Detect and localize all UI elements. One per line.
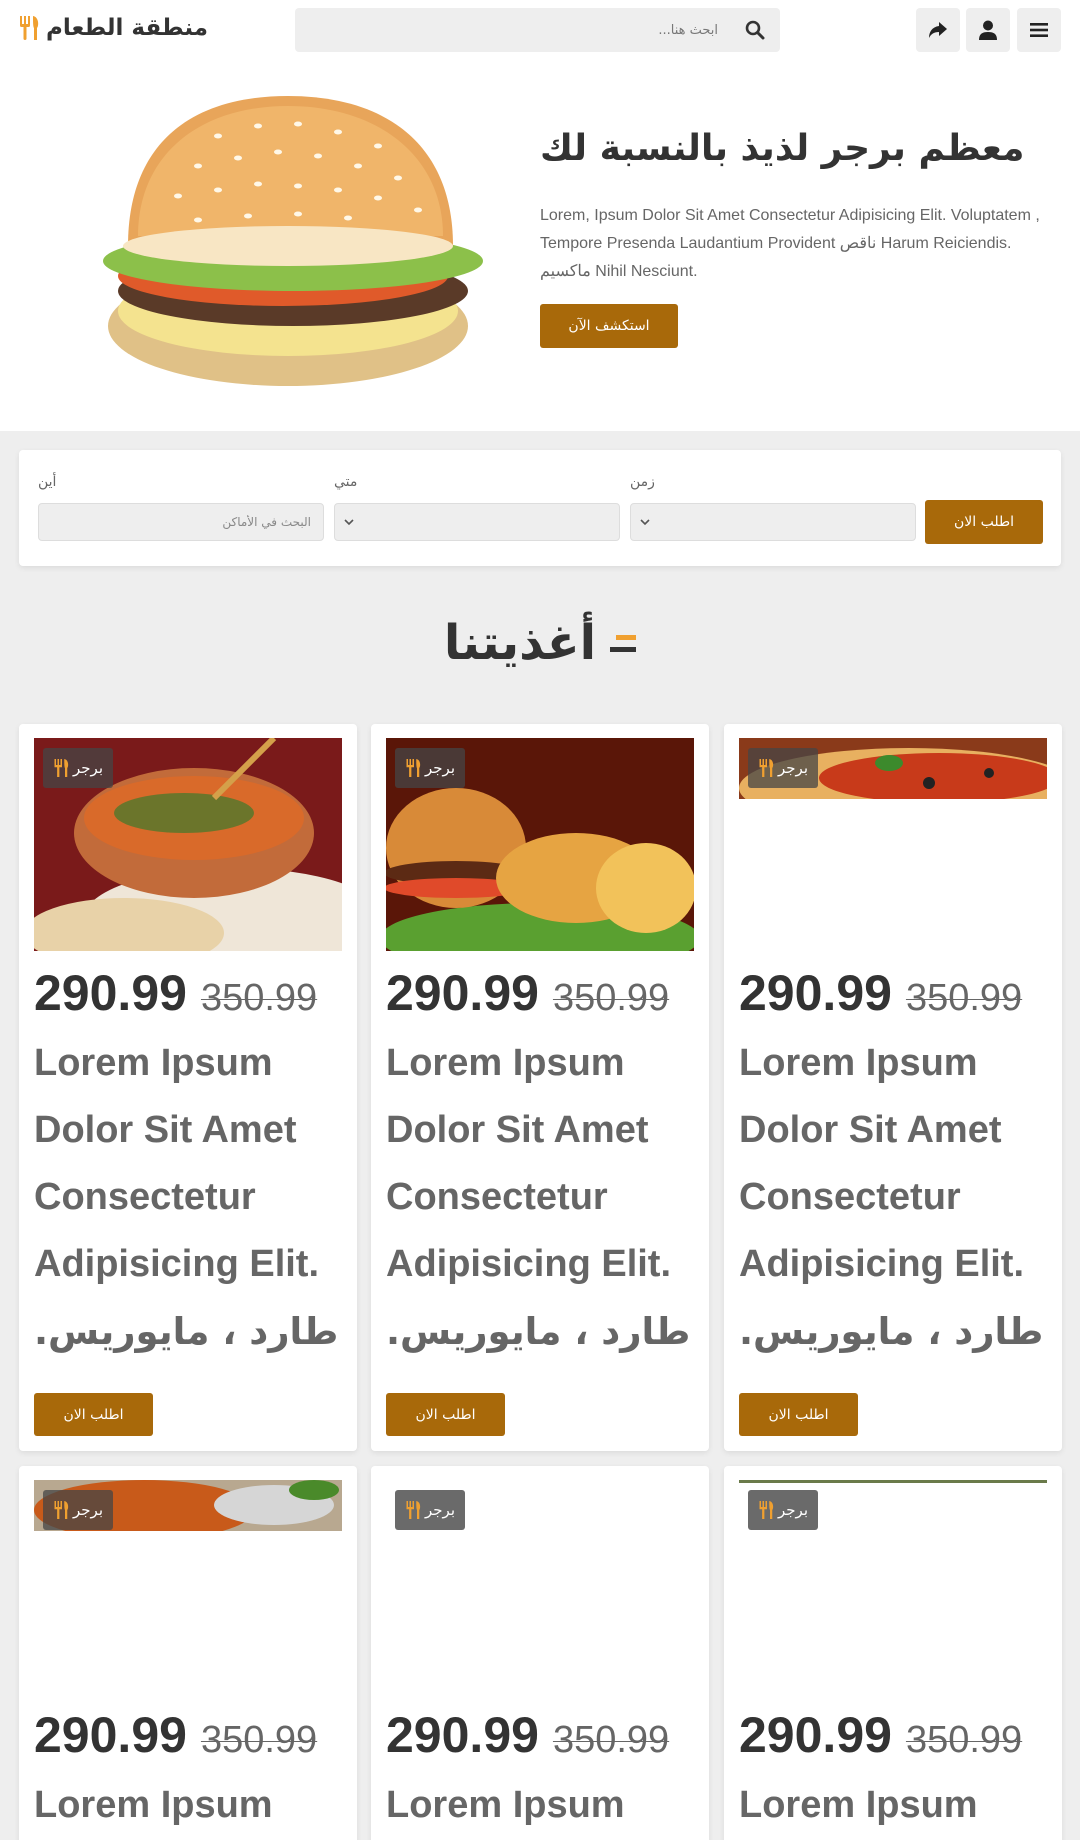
hero-description: Lorem, Ipsum Dolor Sit Amet Consectetur … bbox=[540, 207, 1040, 280]
old-price: 350.99 bbox=[200, 977, 318, 1019]
price-row: 290.99 350.99 bbox=[386, 964, 696, 1022]
card-description: Lorem Ipsum Dolor Sit Amet Consectetur A… bbox=[739, 1042, 1025, 1285]
order-button[interactable]: اطلب الان bbox=[34, 1393, 153, 1436]
card-description-ar: طارد ، مايوريس. bbox=[34, 1310, 339, 1353]
hero-section: معظم برجر لذيذ بالنسبة لك Lorem, Ipsum D… bbox=[0, 66, 1080, 431]
category-badge: برجر bbox=[43, 748, 113, 788]
price: 290.99 bbox=[739, 1707, 892, 1763]
places-search-input[interactable] bbox=[38, 503, 324, 541]
logo-text: منطقة الطعام bbox=[46, 15, 208, 41]
card-description-ar: طارد ، مايوريس. bbox=[739, 1310, 1044, 1353]
badge-label: برجر bbox=[778, 1501, 808, 1519]
title-decoration-icon bbox=[610, 630, 637, 656]
section-title: أغذيتنا bbox=[443, 615, 597, 671]
badge-label: برجر bbox=[778, 759, 808, 777]
fork-knife-icon bbox=[20, 16, 39, 40]
logo[interactable]: منطقة الطعام bbox=[18, 12, 208, 44]
search-input[interactable] bbox=[295, 8, 730, 52]
user-icon bbox=[979, 20, 997, 40]
card-description: Lorem Ipsum bbox=[386, 1784, 625, 1826]
price-row: 290.99 350.99 bbox=[739, 964, 1049, 1022]
fork-knife-icon bbox=[759, 759, 774, 777]
price: 290.99 bbox=[34, 965, 187, 1021]
old-price: 350.99 bbox=[552, 1719, 670, 1761]
badge-label: برجر bbox=[73, 759, 103, 777]
explore-button[interactable]: استكشف الآن bbox=[540, 304, 678, 348]
search-button[interactable] bbox=[730, 8, 780, 52]
fork-knife-icon bbox=[54, 1501, 69, 1519]
when-label: متي bbox=[334, 474, 358, 490]
order-form: أين متي زمن اطلب الان bbox=[19, 450, 1061, 566]
card-description: Lorem Ipsum Dolor Sit Amet Consectetur A… bbox=[386, 1042, 672, 1285]
top-header: منطقة الطعام bbox=[0, 0, 1080, 66]
badge-label: برجر bbox=[73, 1501, 103, 1519]
old-price: 350.99 bbox=[552, 977, 670, 1019]
price-row: 290.99 350.99 bbox=[34, 964, 344, 1022]
food-card: برجر 290.99 350.99 Lorem Ipsum Dolor Sit… bbox=[19, 724, 357, 1451]
price-row: 290.99 350.99 bbox=[739, 1706, 1049, 1764]
food-card: برجر 290.99 350.99 Lorem Ipsum bbox=[19, 1466, 357, 1840]
food-image bbox=[739, 1480, 1047, 1483]
old-price: 350.99 bbox=[905, 1719, 1023, 1761]
old-price: 350.99 bbox=[905, 977, 1023, 1019]
price: 290.99 bbox=[739, 965, 892, 1021]
food-card: برجر 290.99 350.99 Lorem Ipsum Dolor Sit… bbox=[724, 724, 1062, 1451]
old-price: 350.99 bbox=[200, 1719, 318, 1761]
order-now-button[interactable]: اطلب الان bbox=[925, 500, 1043, 544]
card-description: Lorem Ipsum bbox=[739, 1784, 978, 1826]
fork-knife-icon bbox=[54, 759, 69, 777]
menu-icon bbox=[1030, 23, 1048, 37]
search-icon bbox=[745, 20, 765, 40]
food-card: برجر 290.99 350.99 Lorem Ipsum bbox=[371, 1466, 709, 1840]
search-bar bbox=[295, 8, 780, 52]
section-header: أغذيتنا bbox=[0, 615, 1080, 671]
user-button[interactable] bbox=[966, 8, 1010, 52]
food-card: برجر 290.99 350.99 Lorem Ipsum bbox=[724, 1466, 1062, 1840]
category-badge: برجر bbox=[395, 748, 465, 788]
category-badge: برجر bbox=[43, 1490, 113, 1530]
share-button[interactable] bbox=[916, 8, 960, 52]
time-select[interactable] bbox=[630, 503, 916, 541]
hero-title: معظم برجر لذيذ بالنسبة لك bbox=[540, 128, 1025, 169]
time-label: زمن bbox=[630, 474, 655, 490]
food-card: برجر 290.99 350.99 Lorem Ipsum Dolor Sit… bbox=[371, 724, 709, 1451]
chevron-down-icon bbox=[344, 519, 354, 526]
order-button[interactable]: اطلب الان bbox=[386, 1393, 505, 1436]
price: 290.99 bbox=[386, 965, 539, 1021]
category-badge: برجر bbox=[748, 1490, 818, 1530]
menu-button[interactable] bbox=[1017, 8, 1061, 52]
card-description: Lorem Ipsum bbox=[34, 1784, 273, 1826]
badge-label: برجر bbox=[425, 1501, 455, 1519]
fork-knife-icon bbox=[406, 759, 421, 777]
order-button[interactable]: اطلب الان bbox=[739, 1393, 858, 1436]
card-description-ar: طارد ، مايوريس. bbox=[386, 1310, 691, 1353]
price: 290.99 bbox=[34, 1707, 187, 1763]
share-icon bbox=[929, 22, 947, 38]
price-row: 290.99 350.99 bbox=[386, 1706, 696, 1764]
category-badge: برجر bbox=[395, 1490, 465, 1530]
card-description: Lorem Ipsum Dolor Sit Amet Consectetur A… bbox=[34, 1042, 320, 1285]
burger-image bbox=[103, 96, 483, 386]
chevron-down-icon bbox=[640, 519, 650, 526]
badge-label: برجر bbox=[425, 759, 455, 777]
fork-knife-icon bbox=[406, 1501, 421, 1519]
price-row: 290.99 350.99 bbox=[34, 1706, 344, 1764]
category-badge: برجر bbox=[748, 748, 818, 788]
price: 290.99 bbox=[386, 1707, 539, 1763]
where-label: أين bbox=[38, 474, 57, 490]
fork-knife-icon bbox=[759, 1501, 774, 1519]
date-select[interactable] bbox=[334, 503, 620, 541]
